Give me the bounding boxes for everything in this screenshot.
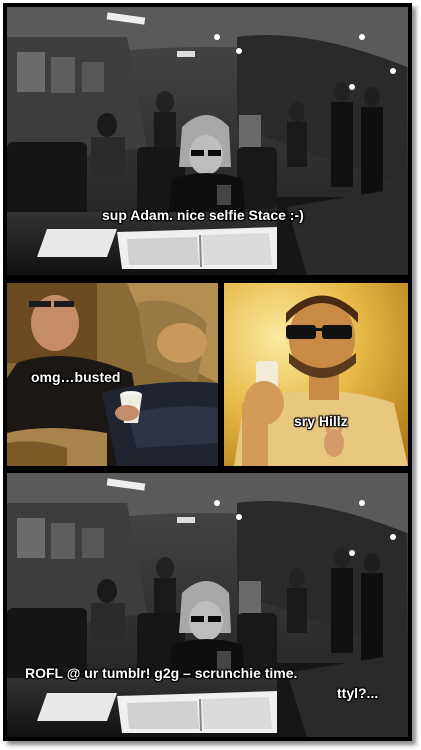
- caption-middle-left: omg…busted: [31, 369, 121, 385]
- panel-middle-right: sry Hillz: [224, 283, 408, 466]
- cabin-photo-top: [7, 7, 408, 275]
- caption-top: sup Adam. nice selfie Stace :-): [102, 207, 304, 223]
- caption-bottom-line2: ttyl?...: [337, 685, 379, 701]
- caption-bottom-line1: ROFL @ ur tumblr! g2g – scrunchie time.: [25, 665, 298, 681]
- panel-bottom-cabin: ROFL @ ur tumblr! g2g – scrunchie time. …: [7, 473, 408, 737]
- selfie-photo: [224, 283, 408, 466]
- comic-frame: sup Adam. nice selfie Stace :-) omg…bust…: [3, 3, 412, 741]
- panel-top-cabin: sup Adam. nice selfie Stace :-): [7, 7, 408, 275]
- panel-middle-left: omg…busted: [7, 283, 218, 466]
- caption-middle-right: sry Hillz: [294, 413, 348, 429]
